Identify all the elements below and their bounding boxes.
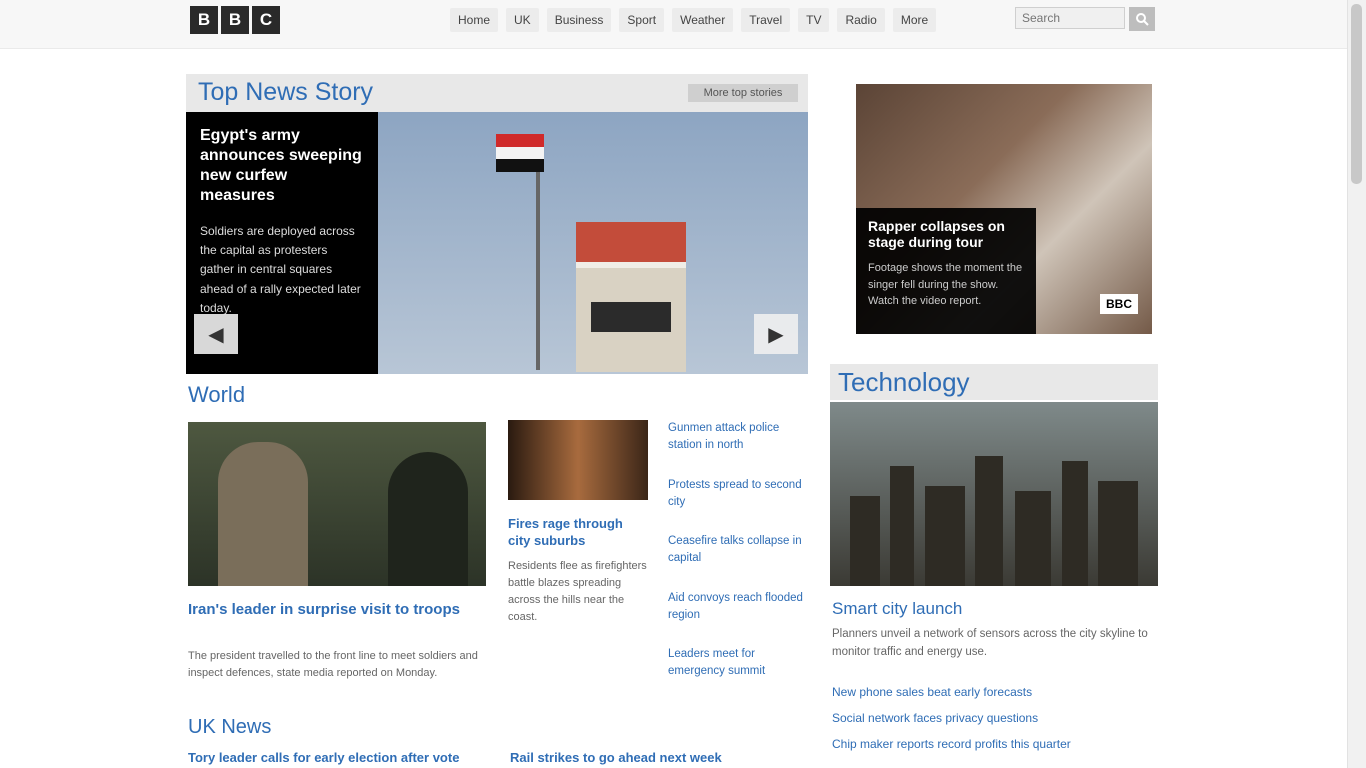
skyline-building [850,496,880,586]
video-summary: Footage shows the moment the singer fell… [868,262,1023,307]
skyline-building [890,466,914,586]
search-input[interactable] [1015,7,1125,29]
broadcaster-badge: BBC [1100,294,1138,314]
nav-item-sport[interactable]: Sport [619,8,665,32]
site-logo[interactable]: B B C [190,6,280,34]
nav-item-radio[interactable]: Radio [837,8,885,32]
world-section-title[interactable]: World [188,382,245,408]
nav-item-weather[interactable]: Weather [672,8,734,32]
logo-letter: C [252,6,280,34]
flag-image [496,134,544,172]
top-news-header: Top News Story More top stories [186,74,808,112]
person-figure [388,452,468,586]
world-link[interactable]: Gunmen attack police station in north [668,420,808,455]
skyline-building [1098,481,1138,586]
technology-section-title[interactable]: Technology [838,367,970,398]
world-side-image[interactable] [508,420,648,500]
search-icon [1136,13,1149,26]
technology-links: New phone sales beat early forecasts Soc… [832,680,1152,757]
world-side-summary: Residents flee as firefighters battle bl… [508,560,647,624]
logo-letter: B [221,6,249,34]
technology-header: Technology [830,364,1158,400]
flag-pole [536,150,540,370]
skyline-building [1015,491,1051,586]
carousel-prev-button[interactable]: ◀ [194,314,238,354]
featured-video-card[interactable]: Rapper collapses on stage during tour Fo… [856,84,1152,334]
world-side-headline[interactable]: Fires rage through city suburbs [508,516,648,550]
search-box [1015,7,1155,31]
nav-item-business[interactable]: Business [546,8,612,32]
nav-item-uk[interactable]: UK [506,8,539,32]
scrollbar-thumb[interactable] [1351,4,1362,184]
world-main-headline[interactable]: Iran's leader in surprise visit to troop… [188,600,478,620]
world-main-summary: The president travelled to the front lin… [188,650,478,680]
technology-headline[interactable]: Smart city launch [832,598,1152,620]
technology-link[interactable]: New phone sales beat early forecasts [832,680,1152,706]
skyline-building [925,486,965,586]
nav-item-more[interactable]: More [892,8,937,32]
technology-image[interactable] [830,402,1158,586]
person-figure [218,442,308,586]
world-link[interactable]: Ceasefire talks collapse in capital [668,533,808,568]
world-link[interactable]: Leaders meet for emergency summit [668,646,808,681]
guard-tower-image [576,222,686,372]
hero-headline[interactable]: Egypt's army announces sweeping new curf… [200,126,364,206]
uk-section-title[interactable]: UK News [188,716,271,739]
uk-link[interactable]: Rail strikes to go ahead next week [510,750,800,767]
nav-item-home[interactable]: Home [450,8,499,32]
nav-item-tv[interactable]: TV [798,8,830,32]
uk-link[interactable]: Tory leader calls for early election aft… [188,750,478,767]
video-caption: Rapper collapses on stage during tour Fo… [856,208,1036,334]
search-button[interactable] [1129,7,1155,31]
page-scrollbar[interactable] [1347,0,1366,768]
logo-letter: B [190,6,218,34]
nav-item-travel[interactable]: Travel [741,8,791,32]
main-nav: Home UK Business Sport Weather Travel TV… [450,8,937,32]
world-main-image[interactable] [188,422,486,586]
technology-link[interactable]: Chip maker reports record profits this q… [832,732,1152,758]
top-news-title: Top News Story [198,78,374,106]
world-link[interactable]: Protests spread to second city [668,477,808,512]
header-bar: B B C Home UK Business Sport Weather Tra… [0,0,1348,49]
world-links: Gunmen attack police station in north Pr… [668,420,808,703]
top-news-carousel[interactable]: Egypt's army announces sweeping new curf… [186,112,808,374]
more-top-stories-link[interactable]: More top stories [688,84,798,102]
world-link[interactable]: Aid convoys reach flooded region [668,590,808,625]
skyline-building [975,456,1003,586]
hero-summary: Soldiers are deployed across the capital… [200,224,361,315]
skyline-building [1062,461,1088,586]
technology-summary: Planners unveil a network of sensors acr… [832,628,1148,658]
technology-link[interactable]: Social network faces privacy questions [832,706,1152,732]
carousel-next-button[interactable]: ▶ [754,314,798,354]
video-headline[interactable]: Rapper collapses on stage during tour [868,218,1024,250]
